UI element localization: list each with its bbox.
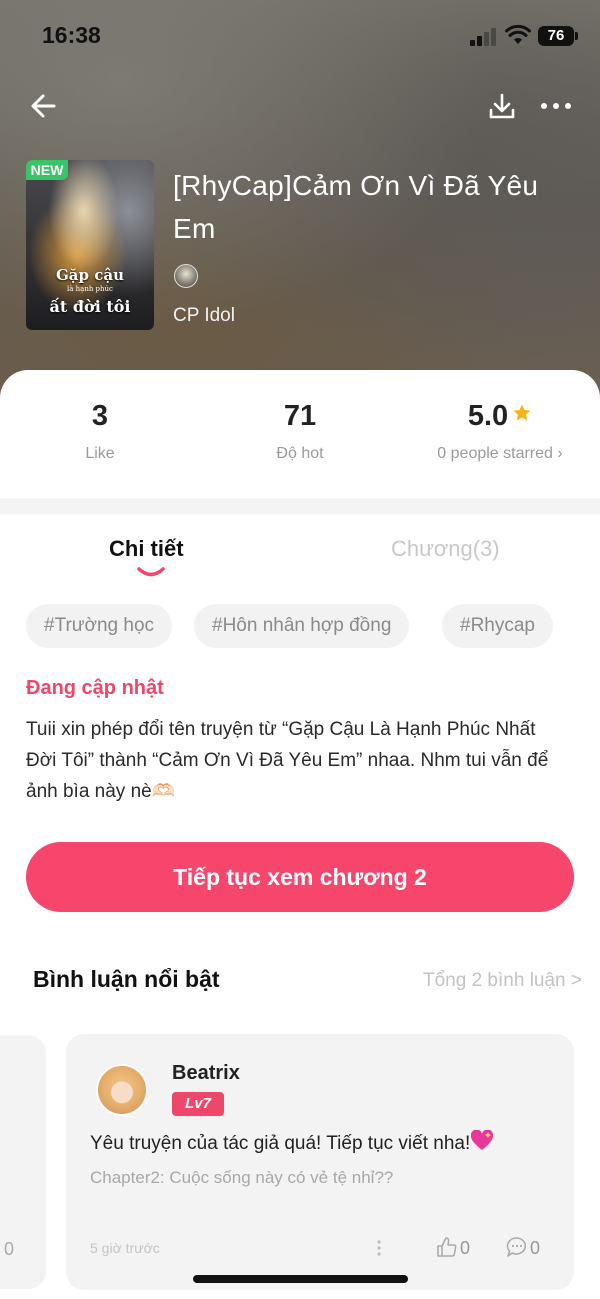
more-vertical-icon[interactable] [374,1238,384,1258]
thumbs-up-icon [437,1237,457,1257]
continue-reading-button[interactable]: Tiếp tục xem chương 2 [26,842,574,912]
back-arrow-icon[interactable] [28,90,64,122]
book-title: [RhyCap]Cảm Ơn Vì Đã Yêu Em [173,170,539,244]
tag-chip[interactable]: #Hôn nhân hợp đồng [194,604,410,648]
download-icon[interactable] [484,90,520,122]
comment-card[interactable]: Beatrix Lv7 Yêu truyện của tác giả quá! … [66,1034,574,1290]
stat-label: 0 people starred › [437,445,563,462]
comment-username[interactable]: Beatrix [172,1062,240,1085]
featured-comments-title: Bình luận nổi bật [33,966,220,992]
stat-rating[interactable]: 5.0 0 people starred › [415,400,585,463]
comment-timestamp: 5 giờ trước [90,1240,160,1256]
sparkling-heart-icon [471,1130,494,1150]
reply-button[interactable]: 0 [506,1236,540,1260]
tag-chip[interactable]: #Trường học [26,604,173,648]
stat-like: 3 Like [70,400,130,463]
cover-text: ất đời tôi [49,297,131,316]
more-options-icon[interactable] [538,90,574,122]
author-name[interactable]: CP Idol [173,305,235,327]
comment-chapter: Chapter2: Cuộc sống này có vẻ tệ nhỉ?? [90,1168,394,1187]
stat-value: 3 [91,400,109,432]
previous-comment-card[interactable]: 0 [0,1035,46,1289]
all-comments-link[interactable]: Tổng 2 bình luận > [423,970,582,992]
new-badge: NEW [26,160,68,180]
user-level-badge: Lv7 [172,1092,224,1116]
comment-bubble-icon [506,1237,527,1257]
avatar[interactable] [96,1064,148,1116]
section-divider [0,498,600,514]
comment-count: 0 [4,1239,15,1259]
comment-text: Yêu truyện của tác giả quá! Tiếp tục viế… [90,1130,494,1155]
tag-chip[interactable]: #Rhycap [442,604,553,648]
like-count: 0 [460,1238,471,1258]
rating-value: 5.0 [415,400,585,433]
status-time: 16:38 [42,22,101,48]
stat-value: 71 [283,400,317,432]
cover-text: là hạnh phúc [67,285,113,293]
status-bar: 16:38 76 [0,0,600,74]
stat-hot: 71 Độ hot [250,400,350,463]
home-indicator [193,1275,408,1283]
stat-label: Độ hot [276,445,324,462]
reply-count: 0 [530,1238,541,1258]
update-description: Tuii xin phép đổi tên truyện từ “Gặp Cậu… [26,719,549,802]
stat-label: Like [85,445,115,462]
tab-active-indicator [137,567,165,577]
wifi-icon [505,24,531,44]
battery-icon: 76 [538,26,578,46]
book-detail-card: 3 Like 71 Độ hot 5.0 0 people starred › … [0,370,600,1299]
tab-details[interactable]: Chi tiết [109,536,184,562]
cover-text: Gặp cậu [56,266,124,284]
tab-chapters[interactable]: Chương(3) [391,536,500,562]
like-button[interactable]: 0 [436,1236,470,1260]
cellular-signal-icon [470,28,498,46]
author-avatar[interactable] [174,264,198,288]
update-status-title: Đang cập nhật [26,677,164,699]
star-icon [513,404,531,421]
book-cover[interactable]: NEW Gặp cậu là hạnh phúc ất đời tôi [26,160,154,330]
